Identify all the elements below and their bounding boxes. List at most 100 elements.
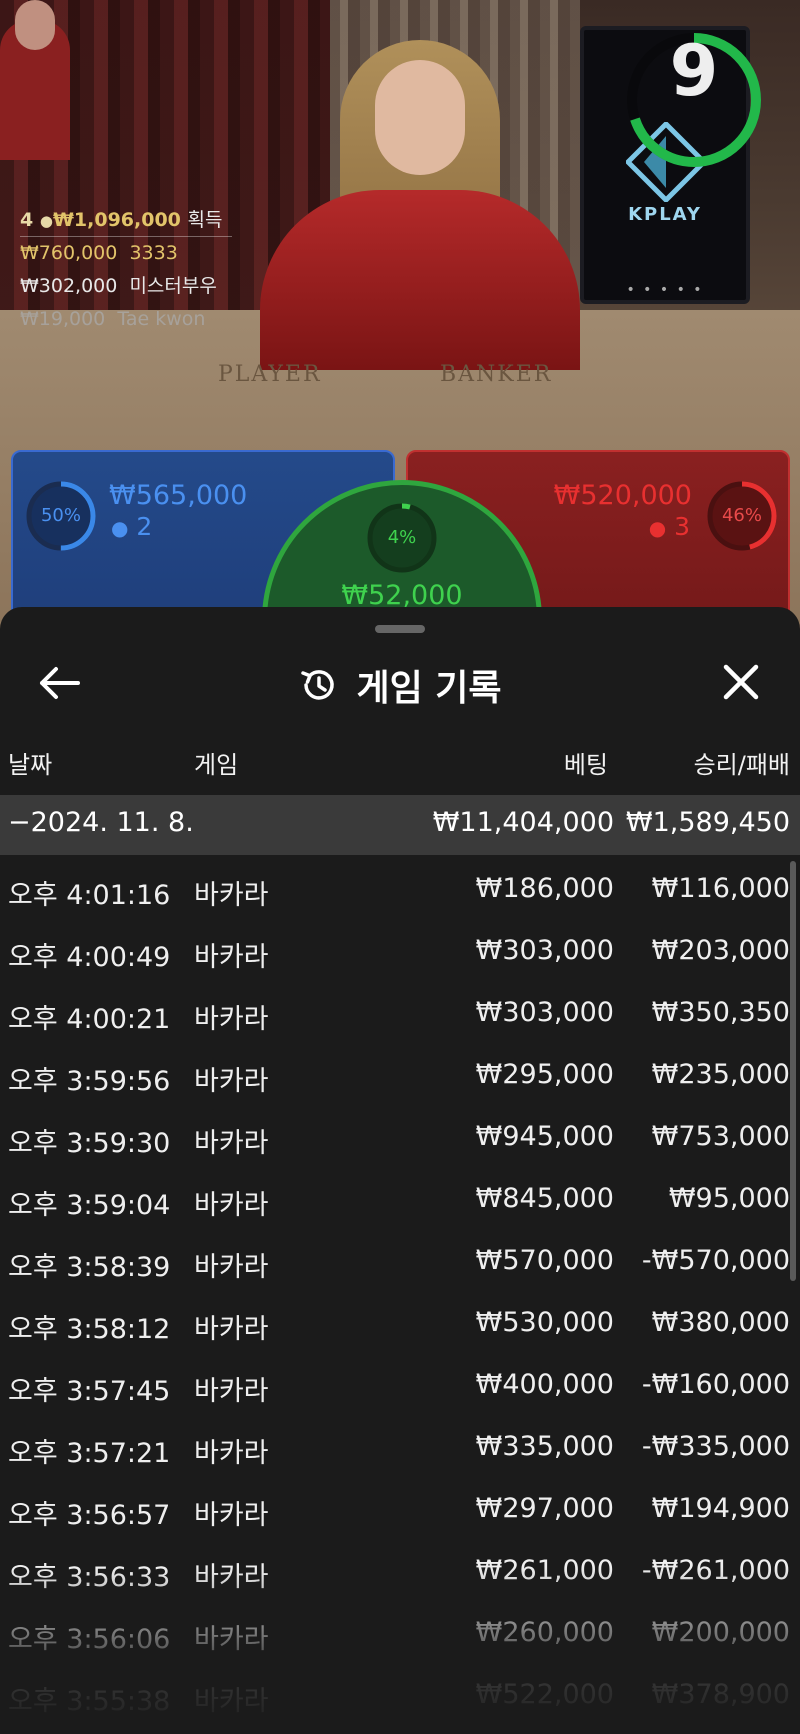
countdown-number: 9 [669, 30, 719, 112]
table-label-player: PLAYER [218, 362, 322, 387]
row-bet: ₩295,000 [475, 1059, 614, 1090]
row-time: 오후 3:56:06 [8, 1624, 171, 1655]
row-bet: ₩522,000 [475, 1679, 614, 1710]
row-game: 바카라 [194, 1624, 269, 1655]
live-video: PLAYER BANKER KPLAY • • • • • 9 4 ●₩1,09… [0, 0, 800, 660]
row-game: 바카라 [194, 1376, 269, 1407]
row-result: ₩203,000 [651, 935, 790, 966]
sheet-header: 게임 기록 [0, 647, 800, 717]
column-game: 게임 [194, 751, 239, 779]
row-bet: ₩303,000 [475, 997, 614, 1028]
row-result: ₩116,000 [651, 873, 790, 904]
row-result: -₩261,000 [641, 1555, 790, 1586]
row-time: 오후 3:56:57 [8, 1500, 171, 1531]
player-percent: 50% [40, 505, 81, 526]
row-bet: ₩570,000 [475, 1245, 614, 1276]
close-icon[interactable] [718, 659, 764, 705]
history-row[interactable]: 오후 3:56:33 바카라 ₩261,000 -₩261,000 [0, 1539, 800, 1601]
row-bet: ₩261,000 [475, 1555, 614, 1586]
row-time: 오후 3:58:12 [8, 1314, 171, 1345]
winner-name: 3333 [129, 242, 178, 264]
history-row[interactable]: 오후 3:59:56 바카라 ₩295,000 ₩235,000 [0, 1043, 800, 1105]
row-result: ₩194,900 [651, 1493, 790, 1524]
person-icon: ● [648, 516, 667, 540]
row-game: 바카라 [194, 1252, 269, 1283]
history-row[interactable]: 오후 3:58:39 바카라 ₩570,000 -₩570,000 [0, 1229, 800, 1291]
row-result: ₩200,000 [651, 1617, 790, 1648]
row-game: 바카라 [194, 1438, 269, 1469]
row-game: 바카라 [194, 1500, 269, 1531]
column-result: 승리/패배 [693, 751, 790, 779]
history-row[interactable]: 오후 3:57:45 바카라 ₩400,000 -₩160,000 [0, 1353, 800, 1415]
row-result: ₩350,350 [651, 997, 790, 1028]
history-row[interactable]: 오후 4:01:16 바카라 ₩186,000 ₩116,000 [0, 857, 800, 919]
row-time: 오후 4:00:21 [8, 1004, 171, 1035]
history-row[interactable]: 오후 3:56:06 바카라 ₩260,000 ₩200,000 [0, 1601, 800, 1663]
row-result: ₩95,000 [668, 1183, 790, 1214]
dealer [260, 40, 580, 370]
row-time: 오후 3:57:21 [8, 1438, 171, 1469]
winners-summary: 4 ●₩1,096,000 획득 [20, 204, 232, 238]
background-person [0, 0, 70, 160]
row-bet: ₩260,000 [475, 1617, 614, 1648]
history-row[interactable]: 오후 3:56:57 바카라 ₩297,000 ₩194,900 [0, 1477, 800, 1539]
column-bet: 베팅 [563, 751, 608, 779]
brand-text: KPLAY [628, 204, 702, 225]
summary-date: −2024. 11. 8. [8, 807, 194, 838]
row-bet: ₩400,000 [475, 1369, 614, 1400]
row-bet: ₩186,000 [475, 873, 614, 904]
winner-row: ₩302,000 미스터부우 [20, 270, 232, 303]
row-game: 바카라 [194, 1004, 269, 1035]
row-result: -₩160,000 [641, 1369, 790, 1400]
summary-result: ₩1,589,450 [625, 807, 790, 838]
row-time: 오후 3:59:04 [8, 1190, 171, 1221]
winner-row: ₩760,000 3333 [20, 237, 232, 270]
row-time: 오후 3:58:39 [8, 1252, 171, 1283]
winner-count: 4 [20, 209, 34, 231]
winner-amount: ₩302,000 [20, 275, 118, 297]
winners-total: ₩1,096,000 [52, 209, 181, 231]
winner-amount: ₩760,000 [20, 242, 118, 264]
person-icon: ● [111, 516, 129, 540]
row-result: -₩570,000 [641, 1245, 790, 1276]
history-row[interactable]: 오후 3:58:12 바카라 ₩530,000 ₩380,000 [0, 1291, 800, 1353]
row-bet: ₩303,000 [475, 935, 614, 966]
person-icon: ● [39, 212, 53, 230]
row-result: ₩235,000 [651, 1059, 790, 1090]
row-time: 오후 4:01:16 [8, 880, 171, 911]
row-time: 오후 3:59:56 [8, 1066, 171, 1097]
row-bet: ₩335,000 [475, 1431, 614, 1462]
row-time: 오후 4:00:49 [8, 942, 171, 973]
sheet-title: 게임 기록 [356, 668, 502, 709]
row-game: 바카라 [194, 1686, 269, 1717]
history-row[interactable]: 오후 4:00:21 바카라 ₩303,000 ₩350,350 [0, 981, 800, 1043]
scrollbar[interactable] [790, 861, 796, 1281]
history-row[interactable]: 오후 3:57:21 바카라 ₩335,000 -₩335,000 [0, 1415, 800, 1477]
row-game: 바카라 [194, 880, 269, 911]
banker-bet-amount: ₩520,000 [553, 480, 692, 511]
winners-list: 4 ●₩1,096,000 획득 ₩760,000 3333 ₩302,000 … [20, 204, 232, 336]
row-game: 바카라 [194, 1128, 269, 1159]
history-row[interactable]: 오후 3:55:38 바카라 ₩522,000 ₩378,900 [0, 1663, 800, 1725]
tie-percent: 4% [387, 527, 417, 548]
summary-bet: ₩11,404,000 [432, 807, 614, 838]
game-history-sheet: 게임 기록 날짜 게임 베팅 승리/패배 −2024. 11. 8. ₩11,4… [0, 607, 800, 1734]
history-column-headers: 날짜 게임 베팅 승리/패배 [0, 745, 800, 785]
row-bet: ₩530,000 [475, 1307, 614, 1338]
row-game: 바카라 [194, 942, 269, 973]
row-result: ₩380,000 [651, 1307, 790, 1338]
winner-name: 미스터부우 [129, 275, 217, 297]
day-summary-row[interactable]: −2024. 11. 8. ₩11,404,000 ₩1,589,450 [0, 795, 800, 855]
row-time: 오후 3:56:33 [8, 1562, 171, 1593]
column-date: 날짜 [8, 751, 53, 779]
history-row[interactable]: 오후 3:59:04 바카라 ₩845,000 ₩95,000 [0, 1167, 800, 1229]
row-game: 바카라 [194, 1190, 269, 1221]
table-label-banker: BANKER [440, 362, 553, 387]
history-row[interactable]: 오후 4:00:49 바카라 ₩303,000 ₩203,000 [0, 919, 800, 981]
row-result: ₩378,900 [651, 1679, 790, 1710]
sheet-drag-handle[interactable] [375, 625, 425, 633]
history-row[interactable]: 오후 3:59:30 바카라 ₩945,000 ₩753,000 [0, 1105, 800, 1167]
winner-amount: ₩19,000 [20, 308, 106, 330]
banker-percent: 46% [721, 505, 762, 526]
row-bet: ₩297,000 [475, 1493, 614, 1524]
